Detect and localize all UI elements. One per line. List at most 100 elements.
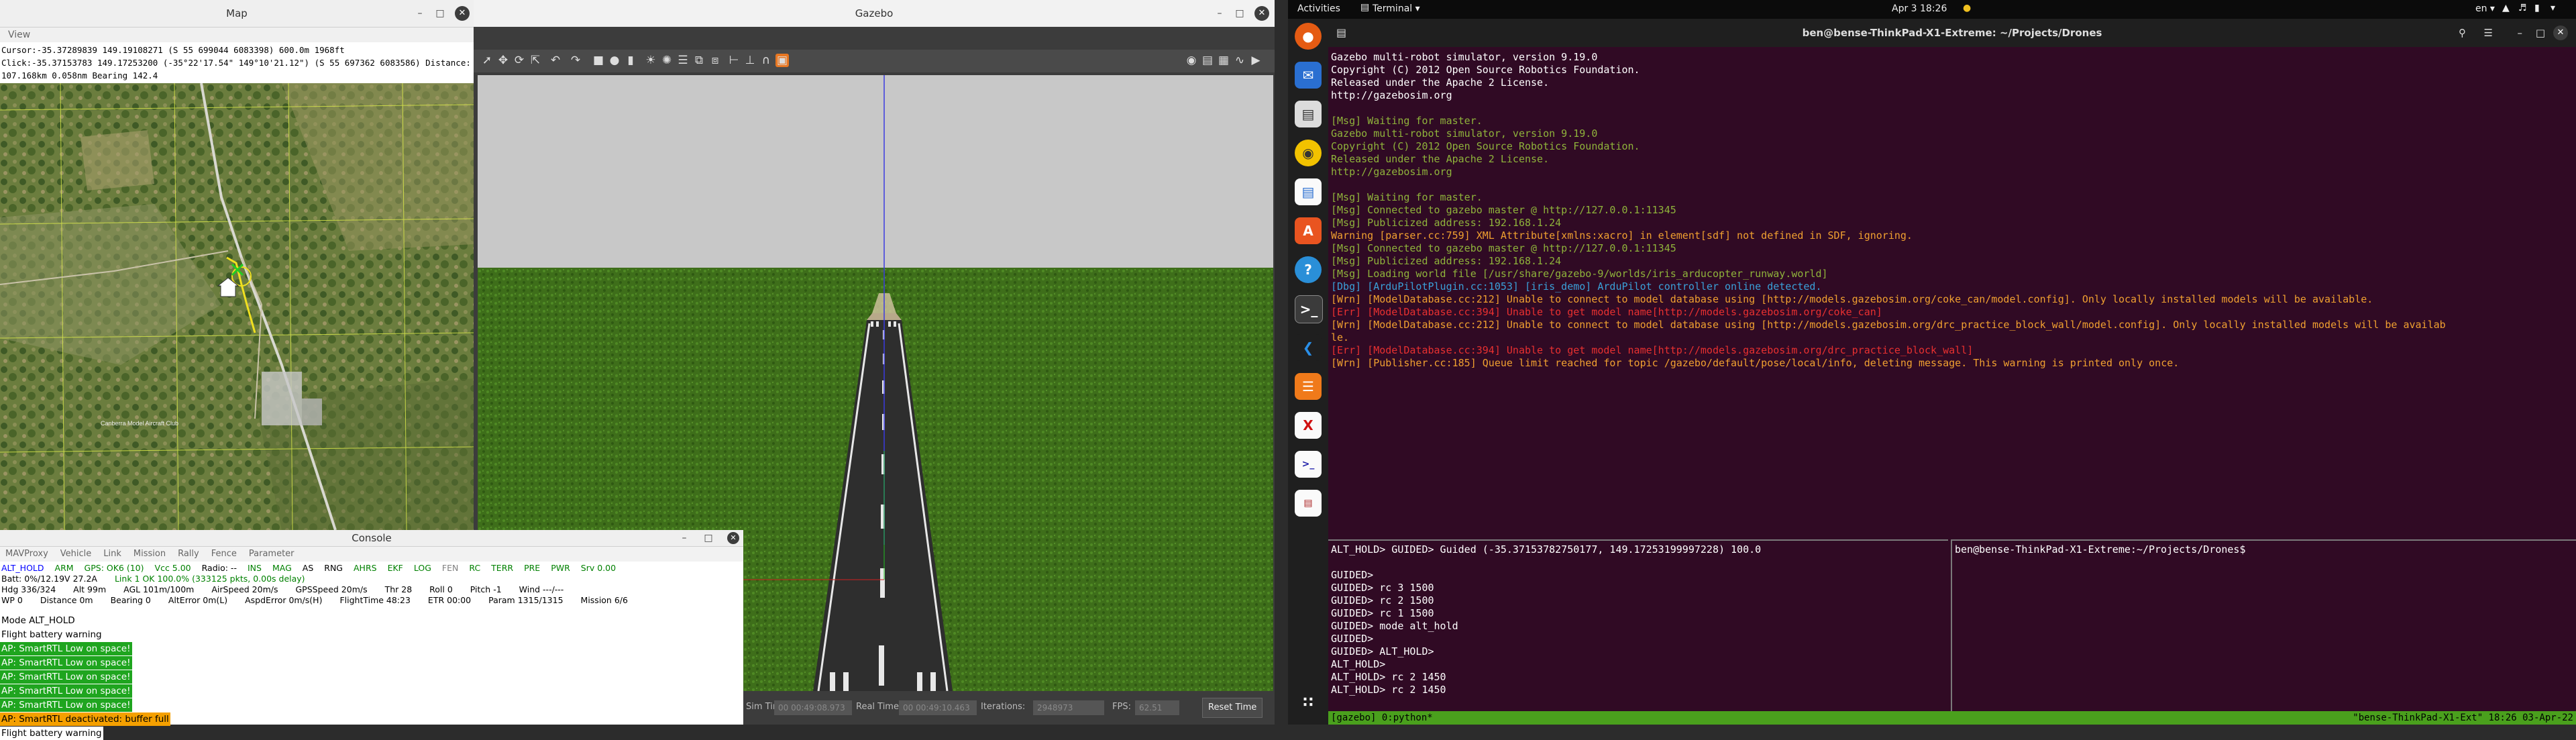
console-message-row: Flight battery warning xyxy=(0,726,743,740)
redo-icon[interactable]: ↷ xyxy=(569,54,582,67)
stack-icon[interactable]: ☰ xyxy=(1295,373,1322,400)
maximize-icon[interactable]: □ xyxy=(703,530,714,546)
menu-rally[interactable]: Rally xyxy=(178,547,199,562)
agl-status: AGL 101m/100m xyxy=(123,584,195,594)
sphere-shape-icon[interactable]: ● xyxy=(608,54,621,67)
language-menu[interactable]: en ▾ xyxy=(2475,3,2495,14)
clock[interactable]: Apr 3 18:26 xyxy=(1892,3,1947,14)
video-icon[interactable]: ▶ xyxy=(1249,54,1263,67)
activities-button[interactable]: Activities xyxy=(1297,3,1340,14)
minimize-icon[interactable]: – xyxy=(679,530,690,546)
spot-light-icon[interactable]: ✺ xyxy=(660,54,674,67)
mavproxy-console-window: Console – □ ✕ MAVProxy Vehicle Link Miss… xyxy=(0,530,743,740)
new-tab-icon[interactable]: ▤ xyxy=(1336,19,1346,47)
minimize-icon[interactable]: – xyxy=(415,0,425,27)
console-titlebar[interactable]: Console – □ ✕ xyxy=(0,530,743,547)
x-app-icon[interactable]: X xyxy=(1295,412,1322,439)
tmux-window-list: [gazebo] 0:python* xyxy=(1331,712,1433,723)
bearing-status: Bearing 0 xyxy=(110,595,151,605)
menu-mission[interactable]: Mission xyxy=(133,547,166,562)
help-icon[interactable]: ? xyxy=(1295,256,1322,283)
gazebo-titlebar[interactable]: Gazebo – □ ✕ xyxy=(474,0,1275,27)
map-titlebar[interactable]: Map – □ ✕ xyxy=(0,0,474,28)
terminal-output[interactable]: Gazebo multi-robot simulator, version 9.… xyxy=(1331,51,2576,370)
box-shape-icon[interactable]: ■ xyxy=(592,54,605,67)
console-message-row: AP: SmartRTL Low on space! xyxy=(0,684,743,698)
paste-icon[interactable]: ⧈ xyxy=(708,54,722,67)
firefox-icon[interactable]: ● xyxy=(1295,23,1322,50)
show-apps-icon[interactable]: ∷ xyxy=(1295,690,1322,717)
close-icon[interactable]: ✕ xyxy=(2553,25,2568,40)
mission-status: Mission 6/6 xyxy=(580,595,628,605)
undo-icon[interactable]: ↶ xyxy=(549,54,562,67)
terminal-line: Released under the Apache 2 License. xyxy=(1331,153,1550,165)
xterm-2-icon[interactable]: ▤ xyxy=(1295,490,1322,517)
menu-fence[interactable]: Fence xyxy=(211,547,237,562)
heading-status: Hdg 336/324 xyxy=(1,584,56,594)
battery-icon[interactable]: ▮ xyxy=(2534,3,2540,13)
maximize-icon[interactable]: □ xyxy=(1234,0,1245,27)
map-cursor-readout: Cursor:-35.37289839 149.19108271 (S 55 6… xyxy=(1,45,345,55)
menu-parameter[interactable]: Parameter xyxy=(249,547,294,562)
minimize-icon[interactable]: – xyxy=(2518,19,2523,47)
files-icon[interactable]: ▤ xyxy=(1295,101,1322,127)
copy-icon[interactable]: ⧉ xyxy=(692,54,706,67)
point-light-icon[interactable]: ☀ xyxy=(644,54,657,67)
maximize-icon[interactable]: □ xyxy=(2536,19,2545,47)
directional-light-icon[interactable]: ☰ xyxy=(676,54,690,67)
scale-mode-icon[interactable]: ⇱ xyxy=(529,54,542,67)
translate-mode-icon[interactable]: ✥ xyxy=(496,54,510,67)
console-indicator: LOG xyxy=(413,563,431,573)
screenshot-icon[interactable]: ◉ xyxy=(1185,54,1198,67)
wifi-icon[interactable]: ▲ xyxy=(2502,3,2510,13)
terminal-line: [Wrn] [ModelDatabase.cc:212] Unable to c… xyxy=(1331,319,2446,331)
menu-mavproxy[interactable]: MAVProxy xyxy=(5,547,48,562)
cylinder-shape-icon[interactable]: ▮ xyxy=(624,54,637,67)
map-menu-view[interactable]: View xyxy=(8,30,30,40)
vscode-icon[interactable]: ❮ xyxy=(1295,334,1322,361)
satellite-map[interactable]: Canberra Model Aircraft Club xyxy=(0,83,474,530)
minimize-icon[interactable]: – xyxy=(1214,0,1225,27)
writer-icon[interactable]: ▤ xyxy=(1295,178,1322,205)
magnet-icon[interactable]: ∩ xyxy=(759,54,773,67)
console-indicator: Vcc 5.00 xyxy=(154,563,191,573)
align-icon[interactable]: ⊢ xyxy=(727,54,741,67)
plot-icon[interactable]: ∿ xyxy=(1233,54,1246,67)
aspderror-status: AspdError 0m/s(H) xyxy=(245,595,323,605)
app-menu-button[interactable]: Terminal ▾ xyxy=(1373,3,1420,14)
maximize-icon[interactable]: □ xyxy=(435,0,445,27)
close-icon[interactable]: ✕ xyxy=(1254,6,1269,21)
tmux-left-pane[interactable]: ALT_HOLD> GUIDED> Guided (-35.3715378275… xyxy=(1328,539,1948,714)
mavproxy-line xyxy=(1328,556,1948,569)
record-video-icon[interactable]: ▦ xyxy=(1217,54,1230,67)
terminal-headerbar[interactable]: ▤ ben@bense-ThinkPad-X1-Extreme: ~/Proje… xyxy=(1328,19,2576,47)
select-mode-icon[interactable]: ➚ xyxy=(480,54,494,67)
terminal-icon[interactable]: >_ xyxy=(1295,295,1323,323)
search-icon[interactable]: ⚲ xyxy=(2459,19,2466,47)
distance-status: Distance 0m xyxy=(40,595,93,605)
system-menu-icon[interactable]: ▾ xyxy=(2551,3,2555,13)
console-indicator: Radio: -- xyxy=(201,563,237,573)
hamburger-menu-icon[interactable]: ☰ xyxy=(2484,19,2493,47)
reset-time-button[interactable]: Reset Time xyxy=(1202,698,1263,718)
software-icon[interactable]: A xyxy=(1295,217,1322,244)
system-top-bar: Activities ▤ Terminal ▾ Apr 3 18:26 ● en… xyxy=(1288,0,2576,19)
console-message-row: AP: SmartRTL Low on space! xyxy=(0,641,743,655)
volume-icon[interactable]: ♬ xyxy=(2518,3,2527,13)
xterm-icon[interactable]: >_ xyxy=(1295,451,1322,478)
map-click-readout: Click:-35.37153783 149.17253200 (-35°22'… xyxy=(1,58,471,68)
rhythmbox-icon[interactable]: ◉ xyxy=(1295,140,1322,166)
rotate-mode-icon[interactable]: ⟳ xyxy=(513,54,526,67)
snap-icon[interactable]: ⊥ xyxy=(743,54,757,67)
close-icon[interactable]: ✕ xyxy=(455,6,470,21)
menu-vehicle[interactable]: Vehicle xyxy=(60,547,92,562)
close-icon[interactable]: ✕ xyxy=(727,532,739,544)
thunderbird-icon[interactable]: ✉ xyxy=(1295,62,1322,89)
console-message-log[interactable]: Mode ALT_HOLD Flight battery warning AP: S… xyxy=(0,613,743,740)
console-title: Console xyxy=(352,532,392,544)
change-view-icon[interactable]: ▣ xyxy=(775,54,789,67)
log-icon[interactable]: ▤ xyxy=(1201,54,1214,67)
tmux-right-pane[interactable]: ben@bense-ThinkPad-X1-Extreme:~/Projects… xyxy=(1951,539,2576,714)
menu-link[interactable]: Link xyxy=(103,547,121,562)
console-indicator: RNG xyxy=(324,563,343,573)
